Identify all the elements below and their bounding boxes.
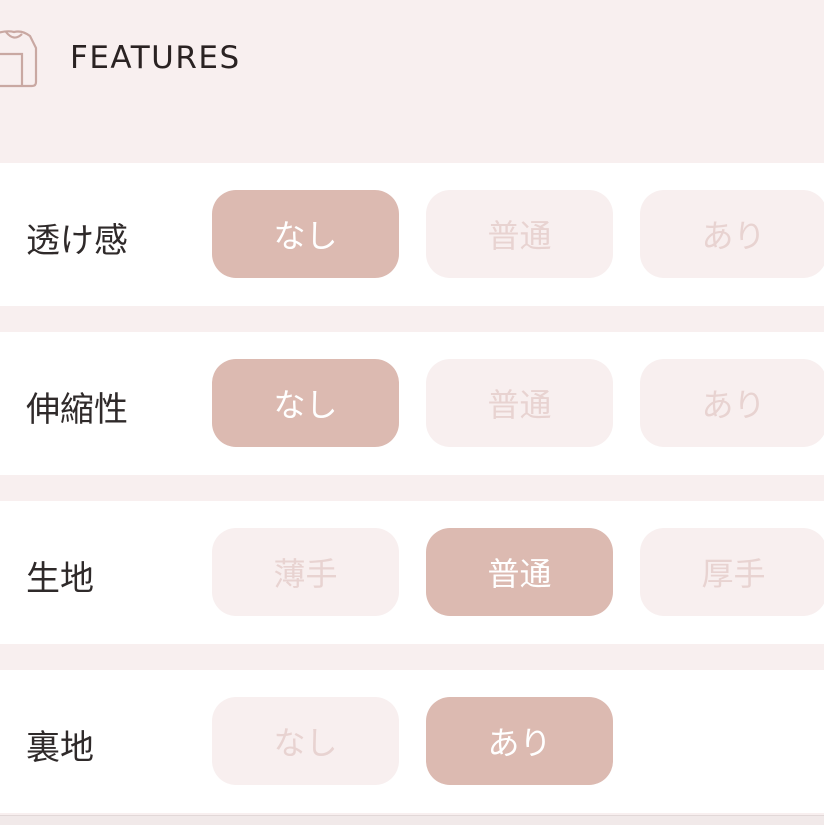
option-button-thick[interactable]: 厚手 [640,528,824,616]
option-button-yes[interactable]: あり [640,190,824,278]
option-button-normal[interactable]: 普通 [426,190,613,278]
feature-row-transparency: 透け感 なし 普通 あり [0,163,824,306]
feature-row-stretch: 伸縮性 なし 普通 あり [0,332,824,475]
features-header: FEATURES [0,0,824,163]
feature-label: 伸縮性 [26,390,128,430]
option-button-thin[interactable]: 薄手 [212,528,399,616]
option-button-yes[interactable]: あり [426,697,613,785]
option-button-none[interactable]: なし [212,697,399,785]
feature-label: 裏地 [26,728,94,768]
feature-label: 透け感 [26,221,128,261]
feature-label: 生地 [26,559,94,599]
option-button-normal[interactable]: 普通 [426,528,613,616]
section-title: FEATURES [70,40,241,76]
feature-row-lining: 裏地 なし あり [0,670,824,813]
feature-row-fabric: 生地 薄手 普通 厚手 [0,501,824,644]
option-button-none[interactable]: なし [212,190,399,278]
option-button-yes[interactable]: あり [640,359,824,447]
option-button-none[interactable]: なし [212,359,399,447]
option-button-normal[interactable]: 普通 [426,359,613,447]
shirt-icon [0,30,38,88]
